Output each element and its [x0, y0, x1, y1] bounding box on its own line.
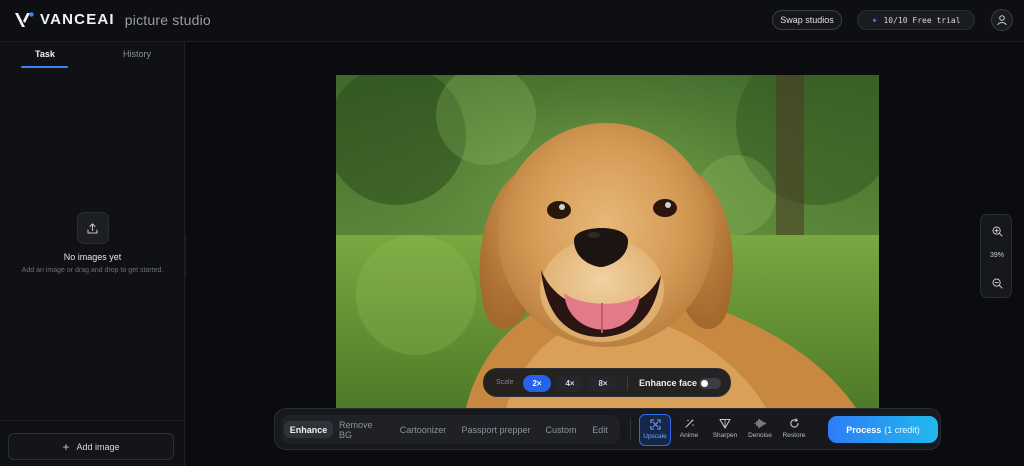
user-avatar-button[interactable]: [991, 9, 1013, 31]
zoom-in-icon[interactable]: [989, 223, 1005, 239]
tab-task[interactable]: Task: [35, 49, 55, 59]
app-root: VANCEAI picture studio Swap studios ✦ 10…: [0, 0, 1024, 466]
scale-4x-button[interactable]: 4×: [556, 375, 584, 392]
photo-illustration: [336, 75, 879, 408]
tool-upscale[interactable]: Upscale: [639, 414, 671, 446]
empty-state: No images yet Add an image or drag and d…: [0, 212, 185, 274]
toolbar-divider: [630, 419, 631, 441]
user-icon: [997, 15, 1007, 26]
upload-icon[interactable]: [76, 212, 109, 244]
vanceai-v-logo-icon: [15, 11, 34, 27]
restore-icon: [789, 418, 799, 428]
add-image-label: Add image: [76, 441, 120, 452]
free-trial-button[interactable]: ✦ 10/10 Free trial: [857, 10, 975, 30]
process-label: Process: [846, 424, 882, 435]
mode-remove-bg[interactable]: Remove BG: [339, 420, 387, 440]
tab-history[interactable]: History: [123, 49, 151, 59]
sidebar-tabs: Task History: [0, 42, 184, 70]
toggle-knob: [701, 380, 708, 387]
free-trial-label: 10/10 Free trial: [883, 15, 961, 25]
tool-upscale-label: Upscale: [643, 433, 667, 440]
empty-subtitle: Add an image or drag and drop to get sta…: [21, 267, 164, 274]
sparkle-icon: ✦: [871, 14, 878, 26]
empty-title: No images yet: [63, 252, 122, 262]
upscale-icon: [649, 419, 661, 430]
scale-8x-button[interactable]: 8×: [589, 375, 617, 392]
mode-passport-prepper[interactable]: Passport prepper: [458, 421, 534, 438]
tool-sharpen[interactable]: Sharpen: [709, 414, 741, 446]
tool-restore-label: Restore: [782, 432, 806, 439]
bottom-toolbar: Enhance Remove BG Cartoonizer Passport p…: [274, 408, 941, 450]
active-tab-indicator: [21, 66, 68, 68]
tool-anime[interactable]: Anime: [673, 414, 705, 446]
scale-options-bar: Scale 2× 4× 8× Enhance face: [483, 368, 731, 397]
mode-selector: Enhance Remove BG Cartoonizer Passport p…: [281, 415, 620, 444]
process-button[interactable]: Process (1 credit): [828, 416, 938, 443]
enhance-face-toggle[interactable]: [699, 378, 721, 389]
tool-sharpen-label: Sharpen: [712, 432, 738, 439]
product-name: picture studio: [124, 11, 211, 28]
zoom-level: 39%: [989, 252, 1004, 259]
scale-divider: [627, 377, 628, 390]
golden-retriever-photo[interactable]: [336, 75, 879, 408]
brand-name: VANCEAI: [40, 11, 115, 28]
wand-icon: [684, 419, 694, 428]
app-logo[interactable]: VANCEAI picture studio: [14, 11, 211, 28]
scale-2x-button[interactable]: 2×: [523, 375, 551, 392]
tool-denoise[interactable]: Denoise: [744, 414, 776, 446]
mode-edit[interactable]: Edit: [588, 421, 612, 438]
sidebar-footer: + Add image: [0, 420, 185, 466]
top-header: VANCEAI picture studio Swap studios ✦ 10…: [0, 0, 1024, 42]
process-credit: (1 credit): [884, 424, 920, 435]
mode-cartoonizer[interactable]: Cartoonizer: [397, 421, 449, 438]
left-sidebar: Task History No images yet Add an image …: [0, 42, 185, 466]
tool-denoise-label: Denoise: [748, 432, 772, 439]
enhance-face-label: Enhance face: [639, 378, 698, 388]
scale-label: Scale: [496, 379, 514, 386]
tool-anime-label: Anime: [679, 432, 699, 439]
zoom-controls: 39%: [980, 214, 1012, 298]
swap-studios-button[interactable]: Swap studios: [772, 10, 842, 30]
plus-icon: +: [62, 439, 70, 454]
mode-custom[interactable]: Custom: [543, 421, 579, 438]
denoise-icon: [754, 418, 766, 429]
tool-restore[interactable]: Restore: [778, 414, 810, 446]
add-image-button[interactable]: + Add image: [8, 433, 174, 460]
zoom-out-icon[interactable]: [989, 275, 1005, 291]
mode-enhance[interactable]: Enhance: [284, 421, 333, 438]
sharpen-icon: [719, 418, 731, 429]
